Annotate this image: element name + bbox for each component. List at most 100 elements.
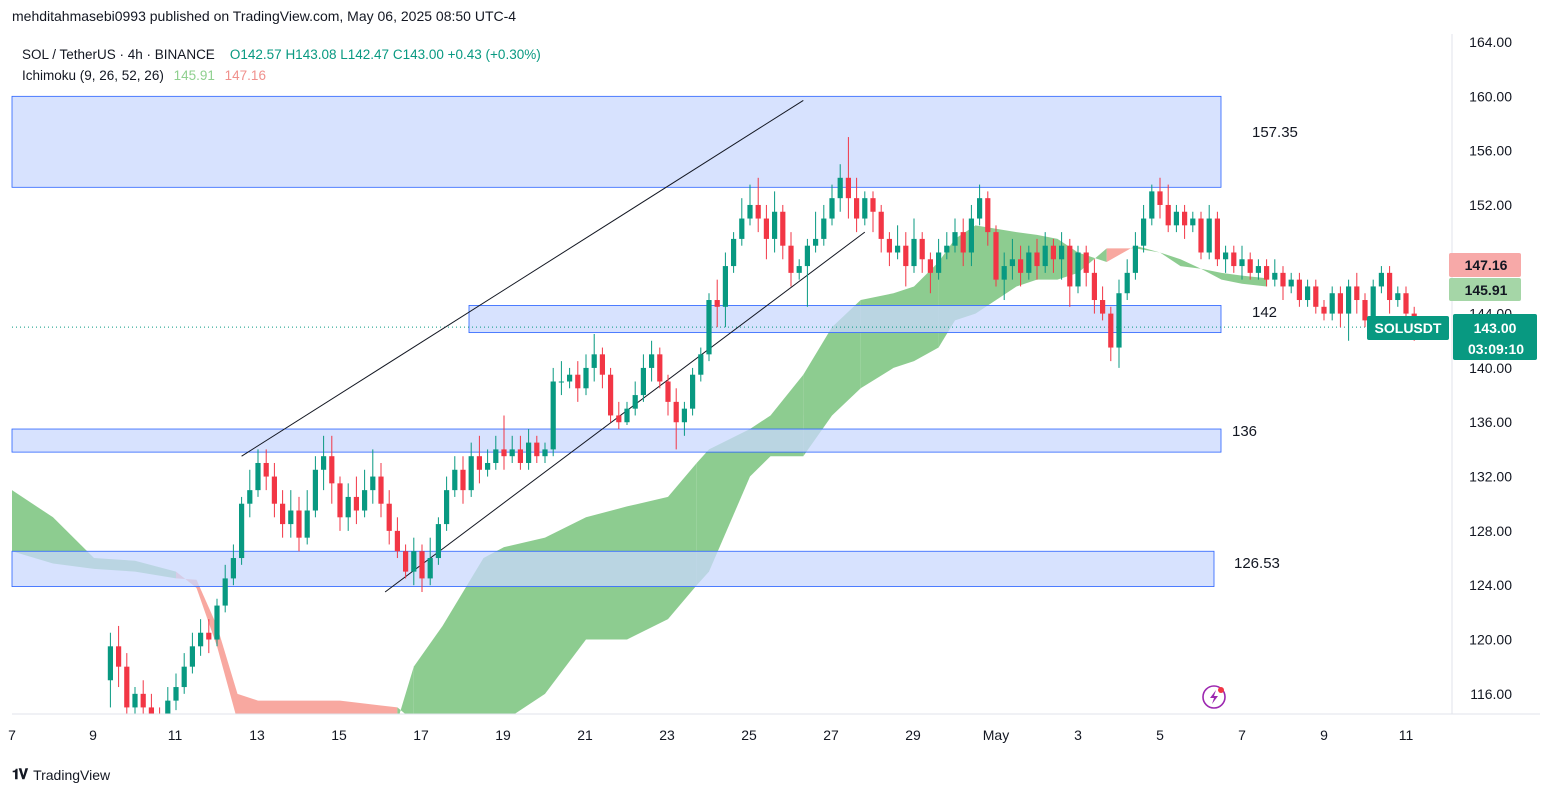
candle-body <box>517 449 523 463</box>
candle-down <box>124 653 130 714</box>
candle-body <box>345 496 351 518</box>
candle-up <box>1116 279 1122 368</box>
candle-body <box>1108 313 1114 348</box>
candle-up <box>1149 184 1155 226</box>
time-tick-label: 5 <box>1156 727 1164 743</box>
candle-body <box>1026 252 1032 273</box>
cloud-segment <box>1135 245 1160 253</box>
indicator-name[interactable]: Ichimoku (9, 26, 52, 26) <box>22 68 164 83</box>
time-tick-label: 27 <box>823 727 839 743</box>
candle-up <box>1378 266 1384 294</box>
candle-body <box>1050 245 1056 260</box>
symbol-tag-label: SOLUSDT <box>1375 320 1442 336</box>
candle-body <box>632 395 638 409</box>
candle-body <box>1272 272 1278 280</box>
cloud-segment <box>0 479 12 551</box>
candle-up <box>1346 279 1352 341</box>
candle-down <box>1247 252 1253 280</box>
candle-body <box>509 449 515 457</box>
candle-body <box>485 462 491 470</box>
cloud-segment <box>217 625 238 714</box>
candle-body <box>968 218 974 253</box>
candle-body <box>501 449 507 457</box>
candle-body <box>698 354 704 375</box>
time-tick-label: 21 <box>577 727 593 743</box>
candle-up <box>1075 245 1081 294</box>
candle-down <box>1313 279 1319 314</box>
candle-down <box>280 490 286 538</box>
candle-down <box>296 496 302 552</box>
zone-labels: 157.35 142 136 126.53 <box>1232 124 1298 572</box>
tradingview-brand[interactable]: 𝟏𝐕 TradingView <box>12 766 110 783</box>
candle-body <box>1018 259 1024 273</box>
candle-body <box>1280 272 1286 287</box>
candle-up <box>173 673 179 711</box>
candle-down <box>878 204 884 253</box>
candle-body <box>1403 293 1409 314</box>
candle-body <box>1296 279 1302 301</box>
candle-up <box>1288 272 1294 294</box>
candle-body <box>214 605 220 640</box>
candle-down <box>460 456 466 504</box>
candle-body <box>1337 293 1343 314</box>
price-tick-label: 136.00 <box>1469 414 1512 430</box>
candle-body <box>181 666 187 688</box>
candle-body <box>337 483 343 518</box>
candle-up <box>165 687 171 714</box>
time-tick-label: May <box>983 727 1009 743</box>
candle-body <box>1206 218 1212 253</box>
candle-body <box>116 646 122 667</box>
indicator-row[interactable]: Ichimoku (9, 26, 52, 26) 145.91 147.16 <box>22 65 541 86</box>
brand-name: TradingView <box>33 766 111 783</box>
candle-up <box>239 496 245 565</box>
candle-body <box>944 245 950 253</box>
candle-body <box>534 442 540 457</box>
candle-body <box>960 232 966 253</box>
cloud-segment <box>397 666 414 714</box>
price-tick-label: 140.00 <box>1469 360 1512 376</box>
candle-body <box>1173 211 1179 226</box>
candle-body <box>640 367 646 396</box>
candle-up <box>1124 259 1130 301</box>
snapshot-icon[interactable] <box>1202 685 1226 709</box>
candle-body <box>140 693 146 708</box>
candle-body <box>763 218 769 239</box>
price-tick-label: 116.00 <box>1470 686 1512 702</box>
candle-down <box>1296 272 1302 307</box>
candle-up <box>189 632 195 674</box>
price-chart[interactable]: 164.00160.00156.00152.00144.00140.00136.… <box>0 0 1554 798</box>
zone-label: 136 <box>1232 423 1257 440</box>
time-tick-label: 25 <box>741 727 757 743</box>
candle-body <box>567 374 573 382</box>
candle-body <box>919 238 925 260</box>
candle-up <box>567 367 573 389</box>
candle-body <box>870 198 876 212</box>
candle-down <box>1108 306 1114 362</box>
candle-body <box>1387 272 1393 301</box>
candle-body <box>157 714 162 721</box>
candle-up <box>214 598 220 647</box>
candle-body <box>993 232 999 280</box>
candle-down <box>657 347 663 389</box>
candle-body <box>558 381 564 383</box>
price-tick-label: 152.00 <box>1469 197 1512 213</box>
candle-down <box>608 367 614 423</box>
candle-down <box>378 462 384 518</box>
time-tick-label: 9 <box>89 727 97 743</box>
candle-body <box>124 666 130 708</box>
symbol-title[interactable]: SOL / TetherUS · 4h · BINANCE <box>22 47 215 62</box>
candle-up <box>911 218 917 273</box>
ohlc-low: L142.47 <box>340 47 390 62</box>
candle-up <box>731 232 737 273</box>
candle-body <box>1288 279 1294 287</box>
candle-down <box>271 462 277 518</box>
tradingview-logo-icon: 𝟏𝐕 <box>12 766 28 782</box>
span-a-tag-label: 145.91 <box>1465 282 1508 298</box>
candle-down <box>780 204 786 260</box>
candle-up <box>1173 204 1179 233</box>
candle-body <box>493 449 499 463</box>
candle-body <box>1190 218 1196 226</box>
time-tick-label: 23 <box>659 727 675 743</box>
price-tick-label: 164.00 <box>1469 34 1512 50</box>
candle-up <box>632 381 638 416</box>
